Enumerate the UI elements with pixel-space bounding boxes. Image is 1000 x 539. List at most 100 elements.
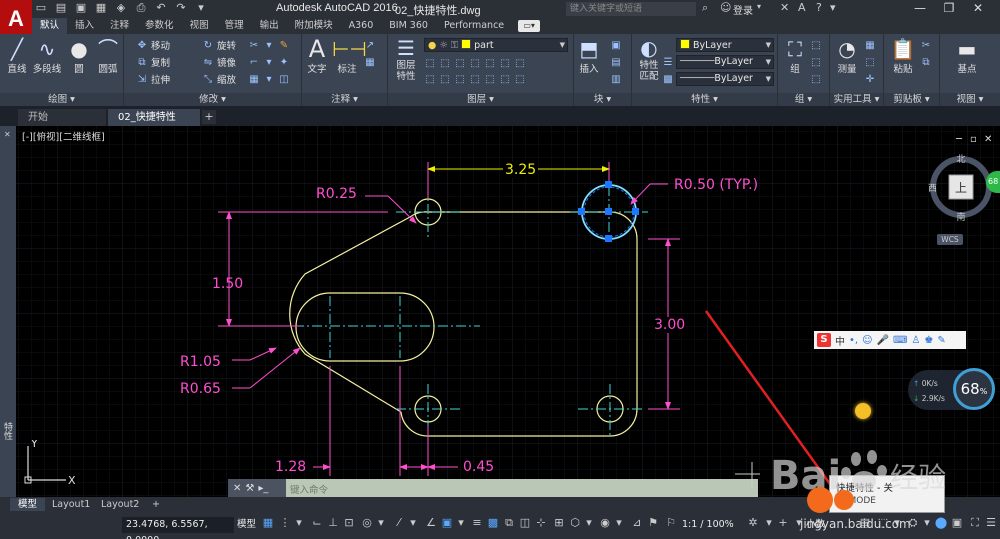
annotation-icon[interactable]: ⚑ xyxy=(646,516,660,530)
tab-parametric[interactable]: 参数化 xyxy=(137,18,182,34)
isodraft-icon[interactable]: ⁄ xyxy=(392,516,406,530)
search-input[interactable]: 键入关键字或短语 xyxy=(566,2,696,16)
wcs-menu[interactable]: WCS xyxy=(937,234,963,245)
tab-manage[interactable]: 管理 xyxy=(217,18,252,34)
osnap-icon[interactable]: ▣ xyxy=(440,516,454,530)
dim-text-radius-typ[interactable]: R0.50 (TYP.) xyxy=(674,177,758,193)
match-properties-button[interactable]: ◐ 特性 匹配 xyxy=(634,36,664,82)
open-icon[interactable]: ▤ xyxy=(54,1,68,15)
group-select-button[interactable]: ⬚ xyxy=(810,72,822,86)
dynamic-input-icon[interactable]: ⊡ xyxy=(342,516,356,530)
cut-button[interactable]: ✂ xyxy=(920,38,932,52)
drawing-canvas[interactable]: 3.25 R0.25 R0.50 (TYP.) 1.50 3.00 R1.05 … xyxy=(0,126,1000,497)
ortho-icon[interactable]: ⌙ xyxy=(310,516,324,530)
coordinates-readout[interactable]: 23.4768, 6.5567, 0.0000 xyxy=(122,517,234,539)
exchange-icon[interactable]: ✕ xyxy=(780,1,789,14)
modify-panel-title[interactable]: 修改 ▾ xyxy=(124,93,301,106)
tab-model[interactable]: 模型 xyxy=(10,498,46,511)
multileader-button[interactable]: ↗ xyxy=(364,38,376,52)
grid-icon[interactable]: ▦ xyxy=(261,516,275,530)
chevron-down-icon[interactable]: ▾ xyxy=(454,516,468,530)
tab-performance[interactable]: Performance xyxy=(436,18,512,34)
gizmo-icon[interactable]: ⬡ xyxy=(568,516,582,530)
select-all-button[interactable]: ⬚ xyxy=(864,55,876,69)
list-button[interactable]: ☰ xyxy=(662,55,674,69)
tab-addins[interactable]: 附加模块 xyxy=(287,18,341,34)
tab-default[interactable]: 默认 xyxy=(32,18,68,34)
infer-icon[interactable]: ⊥ xyxy=(326,516,340,530)
arc-button[interactable]: ⌒ 圆弧 xyxy=(93,37,123,75)
layer-dropdown[interactable]: ● ☼ ⚿ part ▼ xyxy=(424,38,568,52)
gear-icon[interactable]: ✲ xyxy=(746,516,760,530)
dim-text-right-height[interactable]: 3.00 xyxy=(654,317,686,333)
close-viewport-icon[interactable]: ✕ xyxy=(984,134,992,145)
tab-insert[interactable]: 插入 xyxy=(67,18,102,34)
selection-cycling-icon[interactable]: ⧉ xyxy=(502,516,516,530)
chevron-down-icon[interactable]: ▾ xyxy=(757,2,761,11)
tab-a360[interactable]: A360 xyxy=(341,18,382,34)
rotate-button[interactable]: ↻ 旋转 xyxy=(202,38,236,53)
layer-properties-button[interactable]: ☰ 图层 特性 xyxy=(391,36,421,82)
scale-button[interactable]: ⤡ 缩放 xyxy=(202,72,236,87)
maximize-viewport-icon[interactable]: ▫ xyxy=(970,134,977,145)
stretch-button[interactable]: ⇲ 拉伸 xyxy=(136,72,170,87)
draw-panel-title[interactable]: 绘图 ▾ xyxy=(0,93,123,106)
microphone-icon[interactable]: 🎤 xyxy=(877,335,889,346)
prompt-icon[interactable]: ▸_ xyxy=(258,483,268,494)
paste-button[interactable]: 📋 粘贴 xyxy=(888,37,918,75)
tab-layout1[interactable]: Layout1 xyxy=(44,498,98,511)
view-panel-title[interactable]: 视图 ▾ xyxy=(940,93,1000,106)
insert-button[interactable]: ⬒ 插入 xyxy=(574,37,604,75)
dynamic-ucs-icon[interactable]: ⊹ xyxy=(534,516,548,530)
layers-panel-title[interactable]: 图层 ▾ xyxy=(388,93,573,106)
emoji-icon[interactable]: ☺ xyxy=(862,335,872,346)
restore-button[interactable]: ❐ xyxy=(935,0,963,18)
a360-icon[interactable]: A xyxy=(798,1,806,14)
fillet-button[interactable]: ⌐ ▾ ✦ xyxy=(248,55,290,69)
dim-text-radius-inner[interactable]: R0.65 xyxy=(180,381,221,397)
close-icon[interactable]: ✕ xyxy=(233,483,241,494)
tab-layout2[interactable]: Layout2 xyxy=(93,498,147,511)
shirt-icon[interactable]: ♚ xyxy=(924,335,933,346)
add-layout-button[interactable]: + xyxy=(144,498,168,511)
tab-start[interactable]: 开始 xyxy=(18,109,106,126)
user-icon[interactable]: ☺ xyxy=(720,1,731,14)
web-icon[interactable]: ◈ xyxy=(114,1,128,15)
close-icon[interactable]: ✕ xyxy=(4,130,11,139)
dim-text-radius-small[interactable]: R0.25 xyxy=(316,186,357,202)
login-button[interactable]: 登录 xyxy=(733,2,753,17)
viewport-controls[interactable]: [-][俯视][二维线框] xyxy=(22,129,105,143)
array-button[interactable]: ▦ ▾ ◫ xyxy=(248,72,290,86)
groups-panel-title[interactable]: 组 ▾ xyxy=(778,93,829,106)
group-edit-button[interactable]: ⬚ xyxy=(810,55,822,69)
utilities-panel-title[interactable]: 实用工具 ▾ xyxy=(830,93,883,106)
transparency-button[interactable]: ▩ xyxy=(662,72,674,86)
minimize-button[interactable]: — xyxy=(906,0,934,18)
dim-text-radius-outer[interactable]: R1.05 xyxy=(180,354,221,370)
dim-text-bottom-right[interactable]: 0.45 xyxy=(463,459,494,475)
polyline-button[interactable]: ∿ 多段线 xyxy=(32,37,62,75)
measure-button[interactable]: ◔ 测量 xyxy=(832,37,862,75)
selection-filter-icon[interactable]: ⊞ xyxy=(552,516,566,530)
undo-icon[interactable]: ↶ xyxy=(154,1,168,15)
osnap-tracking-icon[interactable]: ∠ xyxy=(424,516,438,530)
close-button[interactable]: ✕ xyxy=(964,0,992,18)
punctuation-icon[interactable]: •, xyxy=(849,335,858,346)
application-menu-button[interactable]: A xyxy=(0,0,32,38)
chevron-down-icon[interactable]: ▾ xyxy=(582,516,596,530)
minimize-viewport-icon[interactable]: ─ xyxy=(956,134,962,145)
attribute-button[interactable]: ▥ xyxy=(610,72,622,86)
annotation-autoscale-icon[interactable]: ⚐ xyxy=(664,516,678,530)
linetype-dropdown[interactable]: ──────ByLayer ▼ xyxy=(676,55,774,69)
help-icon[interactable]: ? xyxy=(816,1,822,14)
edit-block-button[interactable]: ▤ xyxy=(610,55,622,69)
table-button[interactable]: ▦ xyxy=(364,55,376,69)
command-input[interactable]: 键入命令 xyxy=(290,482,328,496)
block-panel-title[interactable]: 块 ▾ xyxy=(574,93,631,106)
tab-view[interactable]: 视图 xyxy=(182,18,217,34)
ime-toolbar[interactable]: S 中 •, ☺ 🎤 ⌨ ♙ ♚ ✎ xyxy=(814,331,966,349)
circle-button[interactable]: ● 圆 xyxy=(64,37,94,75)
move-button[interactable]: ✥ 移动 xyxy=(136,38,170,53)
ungroup-button[interactable]: ⬚ xyxy=(810,38,822,52)
dim-text-left-height[interactable]: 1.50 xyxy=(212,276,243,292)
